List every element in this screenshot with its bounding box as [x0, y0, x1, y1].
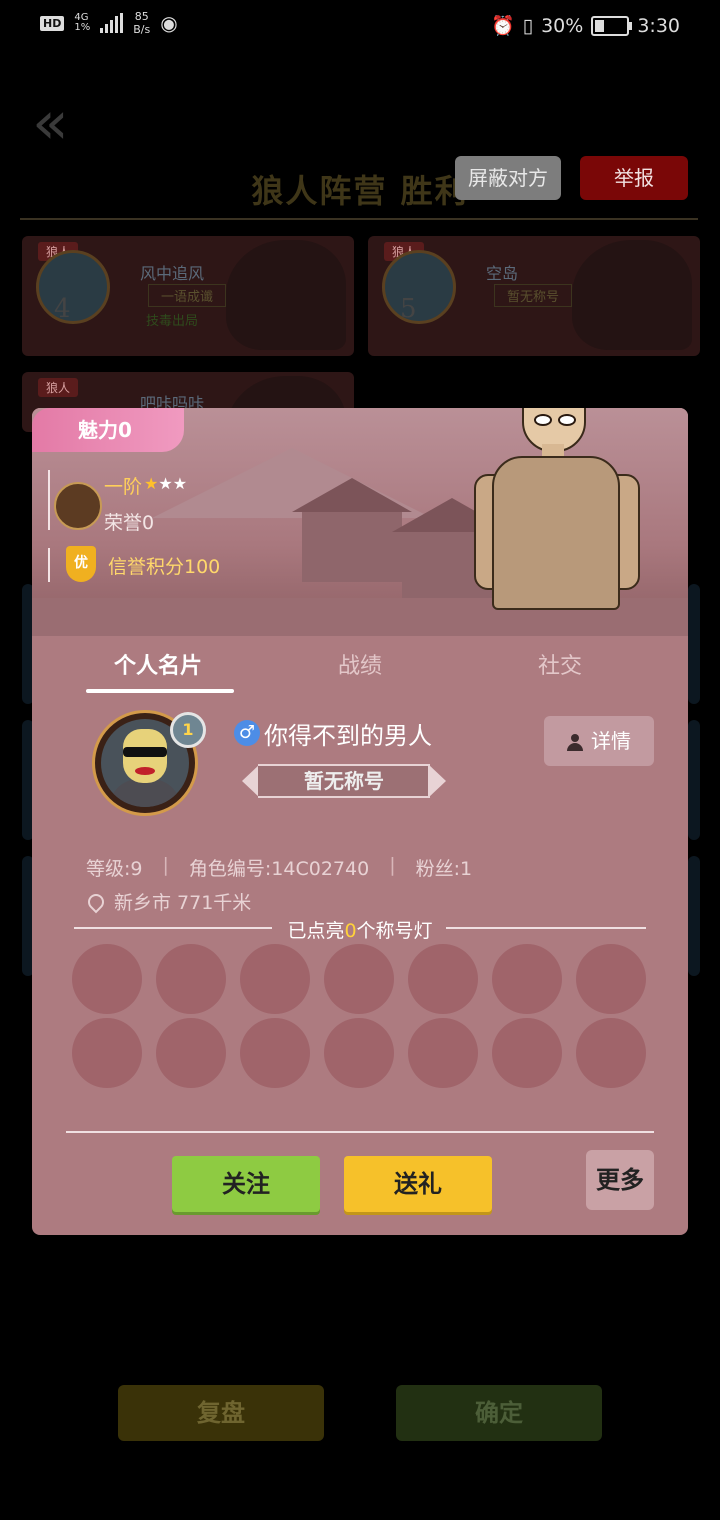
stat-separator: | — [162, 854, 169, 876]
title-lamp[interactable] — [408, 1018, 478, 1088]
lamp-divider-left — [74, 927, 272, 929]
player-card[interactable]: 狼人 5 空岛 暂无称号 — [368, 236, 700, 356]
stats-row: 等级:9 | 角色编号:14C02740 | 粉丝:1 — [86, 854, 472, 881]
title-lamp[interactable] — [240, 1018, 310, 1088]
lamp-divider-right — [446, 927, 646, 929]
player-name: 风中追风 — [140, 264, 205, 283]
title-lamp[interactable] — [324, 944, 394, 1014]
tab-social[interactable]: 社交 — [480, 648, 640, 680]
player-avatar — [382, 250, 456, 324]
follow-button[interactable]: 关注 — [172, 1156, 320, 1212]
gift-button[interactable]: 送礼 — [344, 1156, 492, 1212]
player-card[interactable]: 狼人 4 风中追风 一语成谶 技毒出局 — [22, 236, 354, 356]
title-lamp[interactable] — [492, 1018, 562, 1088]
battery-icon — [591, 15, 633, 36]
player-title: 暂无称号 — [494, 284, 573, 307]
wolf-art — [572, 240, 692, 350]
replay-button[interactable]: 复盘 — [118, 1385, 324, 1441]
signal-icon — [100, 13, 124, 33]
battery-percent: 30% — [541, 14, 584, 37]
title-lamp[interactable] — [576, 944, 646, 1014]
details-button[interactable]: 详情 — [544, 716, 654, 766]
network-type: 4G 1% — [74, 12, 91, 33]
rank-stars: ★★★ — [144, 474, 187, 493]
details-label: 详情 — [591, 729, 631, 753]
level-badge: 1 — [170, 712, 206, 748]
player-name: 空岛 — [486, 264, 519, 283]
report-button[interactable]: 举报 — [580, 156, 688, 200]
wolf-art — [226, 240, 346, 350]
title-lamp[interactable] — [156, 944, 226, 1014]
player-title: 一语成谶 — [148, 284, 227, 307]
title-lamp[interactable] — [156, 1018, 226, 1088]
back-icon[interactable]: « — [32, 93, 92, 153]
clock: 3:30 — [637, 14, 680, 37]
male-icon: ♂ — [234, 720, 260, 746]
location-pin-icon — [84, 890, 108, 913]
honor-label: 荣誉0 — [104, 512, 155, 534]
person-icon — [567, 734, 583, 751]
title-lamp-grid — [72, 944, 648, 1088]
background-panel — [688, 856, 700, 976]
title-banner: 暂无称号 — [242, 760, 446, 802]
rank-divider — [48, 470, 50, 530]
block-button[interactable]: 屏蔽对方 — [455, 156, 561, 200]
actions-divider — [66, 1131, 654, 1133]
title-lamp[interactable] — [72, 1018, 142, 1088]
alarm-icon: ⏰ — [490, 15, 515, 37]
role-id-stat: 角色编号:14C02740 — [188, 858, 370, 880]
seat-number: 4 — [54, 294, 71, 324]
hd-icon: HD — [40, 15, 65, 31]
star-icon: ★ — [158, 474, 173, 493]
charm-badge: 魅力0 — [32, 408, 184, 452]
title-divider — [20, 218, 698, 220]
title-lamp[interactable] — [576, 1018, 646, 1088]
confirm-button[interactable]: 确定 — [396, 1385, 602, 1441]
tab-personal-card[interactable]: 个人名片 — [78, 648, 238, 680]
active-tab-indicator — [86, 689, 234, 693]
rank-label: 一阶 — [104, 476, 143, 498]
location-row: 新乡市 771千米 — [84, 888, 252, 915]
lamps-title: 已点亮0个称号灯 — [287, 920, 433, 942]
credit-score: 信誉积分100 — [108, 556, 221, 578]
title-lamp[interactable] — [72, 944, 142, 1014]
more-button[interactable]: 更多 — [586, 1150, 654, 1210]
seat-number: 5 — [400, 294, 417, 324]
character-art — [472, 408, 652, 636]
role-badge: 狼人 — [38, 378, 79, 397]
tab-record[interactable]: 战绩 — [280, 648, 440, 680]
level-stat: 等级:9 — [86, 858, 143, 880]
background-panel — [688, 720, 700, 840]
status-bar: HD 4G 1% 85 B/s ◉ ⏰ ▯ 30% 3:30 — [0, 0, 720, 58]
credit-shield-icon: 优 — [66, 546, 96, 582]
title-text: 暂无称号 — [258, 764, 430, 798]
rank-badge-icon — [54, 482, 102, 530]
title-lamp[interactable] — [492, 944, 562, 1014]
profile-dialog: 魅力0 一阶 ★★★ 荣誉0 优 信誉积分100 个人名片 战绩 社交 1 ♂ … — [32, 408, 688, 1235]
status-right: ⏰ ▯ 30% 3:30 — [490, 14, 680, 38]
network-speed: 85 B/s — [133, 10, 151, 36]
player-avatar — [36, 250, 110, 324]
location-text: 新乡市 771千米 — [114, 892, 252, 914]
profile-tabs: 个人名片 战绩 社交 — [32, 636, 688, 692]
nickname: 你得不到的男人 — [264, 722, 432, 750]
status-left: HD 4G 1% 85 B/s ◉ — [40, 10, 178, 36]
player-status: 技毒出局 — [146, 314, 199, 329]
star-icon: ★ — [144, 474, 159, 493]
title-lamp[interactable] — [240, 944, 310, 1014]
stat-separator: | — [389, 854, 396, 876]
house-art — [302, 512, 402, 582]
eye-icon: ◉ — [160, 11, 178, 35]
star-icon: ★ — [172, 474, 188, 493]
title-lamp[interactable] — [324, 1018, 394, 1088]
credit-divider — [48, 548, 50, 582]
vibrate-icon: ▯ — [522, 14, 534, 37]
fans-stat: 粉丝:1 — [415, 858, 473, 880]
title-lamp[interactable] — [408, 944, 478, 1014]
lamps-count: 0 — [344, 920, 357, 942]
background-panel — [688, 584, 700, 704]
